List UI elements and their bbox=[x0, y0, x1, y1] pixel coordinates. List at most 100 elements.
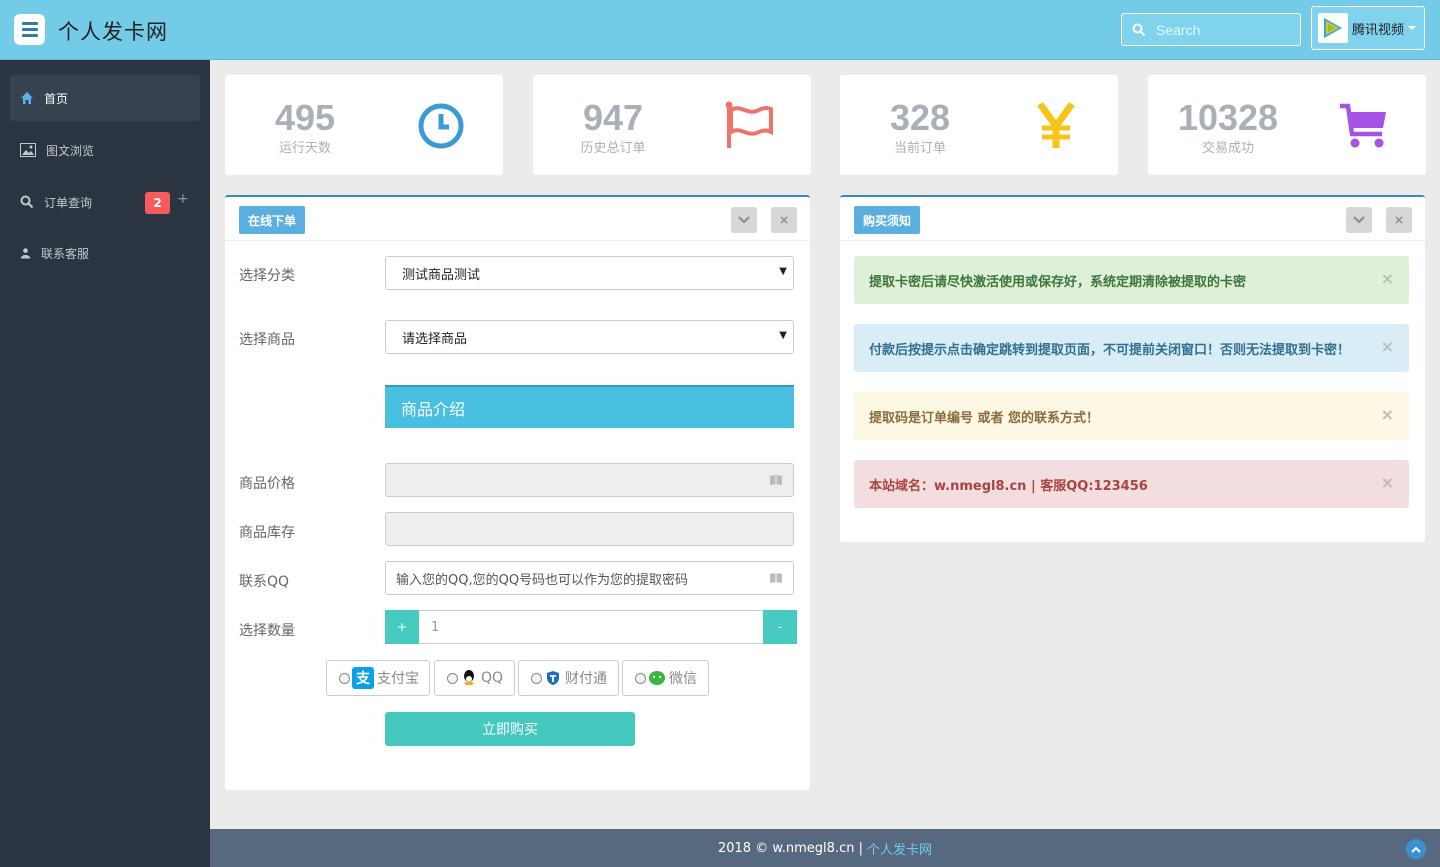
pay-option-tenpay[interactable]: 财付通 bbox=[518, 660, 619, 696]
product-value: 请选择商品 bbox=[402, 331, 468, 347]
order-count-badge: 2 bbox=[145, 192, 170, 214]
close-button[interactable]: × bbox=[1386, 207, 1412, 233]
yen-icon bbox=[1037, 101, 1075, 148]
book-icon bbox=[770, 475, 782, 485]
radio-button[interactable] bbox=[531, 672, 542, 684]
home-icon bbox=[21, 92, 33, 104]
search-box[interactable] bbox=[1121, 13, 1301, 46]
hamburger-icon-bar bbox=[21, 28, 38, 31]
hamburger-icon bbox=[21, 22, 38, 25]
panel-title: 购买须知 bbox=[854, 206, 921, 234]
collapse-button[interactable] bbox=[1346, 207, 1372, 233]
pay-option-wechat[interactable]: 微信 bbox=[622, 660, 709, 696]
dismiss-button[interactable]: × bbox=[1381, 337, 1394, 356]
dismiss-button[interactable]: × bbox=[1381, 269, 1394, 288]
pay-option-alipay[interactable]: 支 支付宝 bbox=[326, 660, 430, 696]
stat-label: 历史总订单 bbox=[580, 141, 646, 156]
panel-header: 在线下单 × bbox=[225, 197, 810, 241]
chevron-down-icon bbox=[738, 216, 750, 224]
menu-toggle-button[interactable] bbox=[14, 14, 45, 45]
search-icon bbox=[1132, 23, 1146, 36]
qq-input[interactable]: 输入您的QQ,您的QQ号码也可以作为您的提取密码 bbox=[385, 561, 794, 595]
notice-danger: 本站域名：w.nmegl8.cn | 客服QQ:123456 × bbox=[854, 460, 1409, 508]
dismiss-button[interactable]: × bbox=[1381, 473, 1394, 492]
panel-header: 购买须知 × bbox=[840, 197, 1425, 241]
qq-placeholder: 输入您的QQ,您的QQ号码也可以作为您的提取密码 bbox=[396, 572, 689, 588]
qq-label: 联系QQ bbox=[239, 574, 290, 590]
user-icon bbox=[20, 248, 31, 259]
notice-panel: 购买须知 × 提取卡密后请尽快激活使用或保存好，系统定期清除被提取的卡密 × 付… bbox=[840, 195, 1425, 542]
buy-now-button[interactable]: 立即购买 bbox=[385, 712, 635, 746]
dismiss-button[interactable]: × bbox=[1381, 405, 1394, 424]
tenpay-icon bbox=[544, 669, 562, 687]
collapse-button[interactable] bbox=[731, 207, 757, 233]
cart-icon bbox=[1340, 103, 1386, 148]
stat-success-trades: 10328 交易成功 bbox=[1148, 75, 1426, 175]
top-header: 个人发卡网 腾讯视频 bbox=[0, 0, 1440, 60]
close-button[interactable]: × bbox=[771, 207, 797, 233]
stat-current-orders: 328 当前订单 bbox=[840, 75, 1118, 175]
expand-plus-icon[interactable]: + bbox=[177, 191, 189, 207]
qq-icon bbox=[460, 669, 478, 687]
sidebar-item-order-query[interactable]: 订单查询 2 + bbox=[10, 179, 200, 225]
chevron-down-icon bbox=[1353, 216, 1365, 224]
stat-value: 328 bbox=[889, 97, 951, 138]
brand-title[interactable]: 个人发卡网 bbox=[58, 16, 168, 46]
search-icon bbox=[20, 195, 34, 209]
footer-site-link[interactable]: 个人发卡网 bbox=[867, 839, 932, 858]
category-value: 测试商品测试 bbox=[402, 267, 481, 283]
sidebar-item-gallery[interactable]: 图文浏览 bbox=[10, 127, 200, 173]
sidebar-item-support[interactable]: 联系客服 bbox=[10, 230, 200, 276]
quantity-input[interactable]: 1 bbox=[419, 610, 763, 644]
quantity-minus-button[interactable]: - bbox=[763, 610, 797, 644]
pay-label: QQ bbox=[481, 670, 504, 686]
sidebar-item-label: 联系客服 bbox=[41, 246, 90, 261]
stat-label: 当前订单 bbox=[893, 141, 946, 156]
dropdown-arrow-icon: ▼ bbox=[779, 266, 787, 277]
notice-text: 本站域名：w.nmegl8.cn | 客服QQ:123456 bbox=[869, 478, 1148, 494]
user-name: 腾讯视频 bbox=[1352, 22, 1405, 38]
footer: 2018 © w.nmegl8.cn | 个人发卡网 bbox=[210, 829, 1440, 867]
radio-button[interactable] bbox=[635, 672, 646, 684]
stat-label: 交易成功 bbox=[1201, 141, 1254, 156]
flag-icon bbox=[725, 101, 773, 148]
quantity-label: 选择数量 bbox=[239, 623, 295, 639]
alipay-icon: 支 bbox=[352, 667, 374, 689]
notice-text: 付款后按提示点击确定跳转到提取页面，不可提前关闭窗口！否则无法提取到卡密！ bbox=[869, 342, 1351, 358]
search-input[interactable] bbox=[1156, 21, 1296, 38]
notice-info: 付款后按提示点击确定跳转到提取页面，不可提前关闭窗口！否则无法提取到卡密！ × bbox=[854, 324, 1409, 372]
chevron-down-icon bbox=[1408, 26, 1417, 30]
radio-button[interactable] bbox=[339, 672, 350, 684]
back-to-top-button[interactable] bbox=[1406, 839, 1426, 859]
notice-warning: 提取码是订单编号 或者 您的联系方式！ × bbox=[854, 392, 1409, 440]
price-label: 商品价格 bbox=[239, 476, 295, 492]
user-menu[interactable]: 腾讯视频 bbox=[1311, 6, 1425, 50]
pay-label: 微信 bbox=[669, 671, 697, 687]
stat-run-days: 495 运行天数 bbox=[225, 75, 503, 175]
product-label: 选择商品 bbox=[239, 332, 295, 348]
quantity-plus-button[interactable]: + bbox=[385, 610, 419, 644]
avatar bbox=[1318, 13, 1348, 43]
hamburger-icon-bar bbox=[21, 34, 38, 37]
order-panel: 在线下单 × 选择分类 测试商品测试 ▼ 选择商品 请选择商品 ▼ 商品介绍 商… bbox=[225, 195, 810, 790]
pay-option-qq[interactable]: QQ bbox=[434, 660, 515, 696]
stat-label: 运行天数 bbox=[278, 141, 331, 156]
notice-text: 提取码是订单编号 或者 您的联系方式！ bbox=[869, 410, 1100, 426]
notice-text: 提取卡密后请尽快激活使用或保存好，系统定期清除被提取的卡密 bbox=[869, 274, 1247, 290]
category-select[interactable]: 测试商品测试 ▼ bbox=[385, 256, 794, 290]
footer-copyright: 2018 © w.nmegl8.cn | bbox=[717, 840, 863, 856]
radio-button[interactable] bbox=[447, 672, 458, 684]
book-icon bbox=[770, 573, 782, 583]
price-field bbox=[385, 463, 794, 497]
notice-success: 提取卡密后请尽快激活使用或保存好，系统定期清除被提取的卡密 × bbox=[854, 256, 1409, 304]
chevron-up-icon bbox=[1411, 846, 1421, 853]
category-label: 选择分类 bbox=[239, 268, 295, 284]
product-intro-box: 商品介绍 bbox=[385, 385, 794, 428]
sidebar: 首页 图文浏览 订单查询 2 + 联系客服 bbox=[0, 60, 210, 867]
tencent-video-logo-icon bbox=[1324, 18, 1342, 38]
dropdown-arrow-icon: ▼ bbox=[779, 330, 787, 341]
sidebar-item-label: 订单查询 bbox=[44, 195, 93, 210]
sidebar-item-home[interactable]: 首页 bbox=[10, 75, 200, 121]
product-select[interactable]: 请选择商品 ▼ bbox=[385, 320, 794, 354]
sidebar-item-label: 首页 bbox=[44, 91, 69, 106]
